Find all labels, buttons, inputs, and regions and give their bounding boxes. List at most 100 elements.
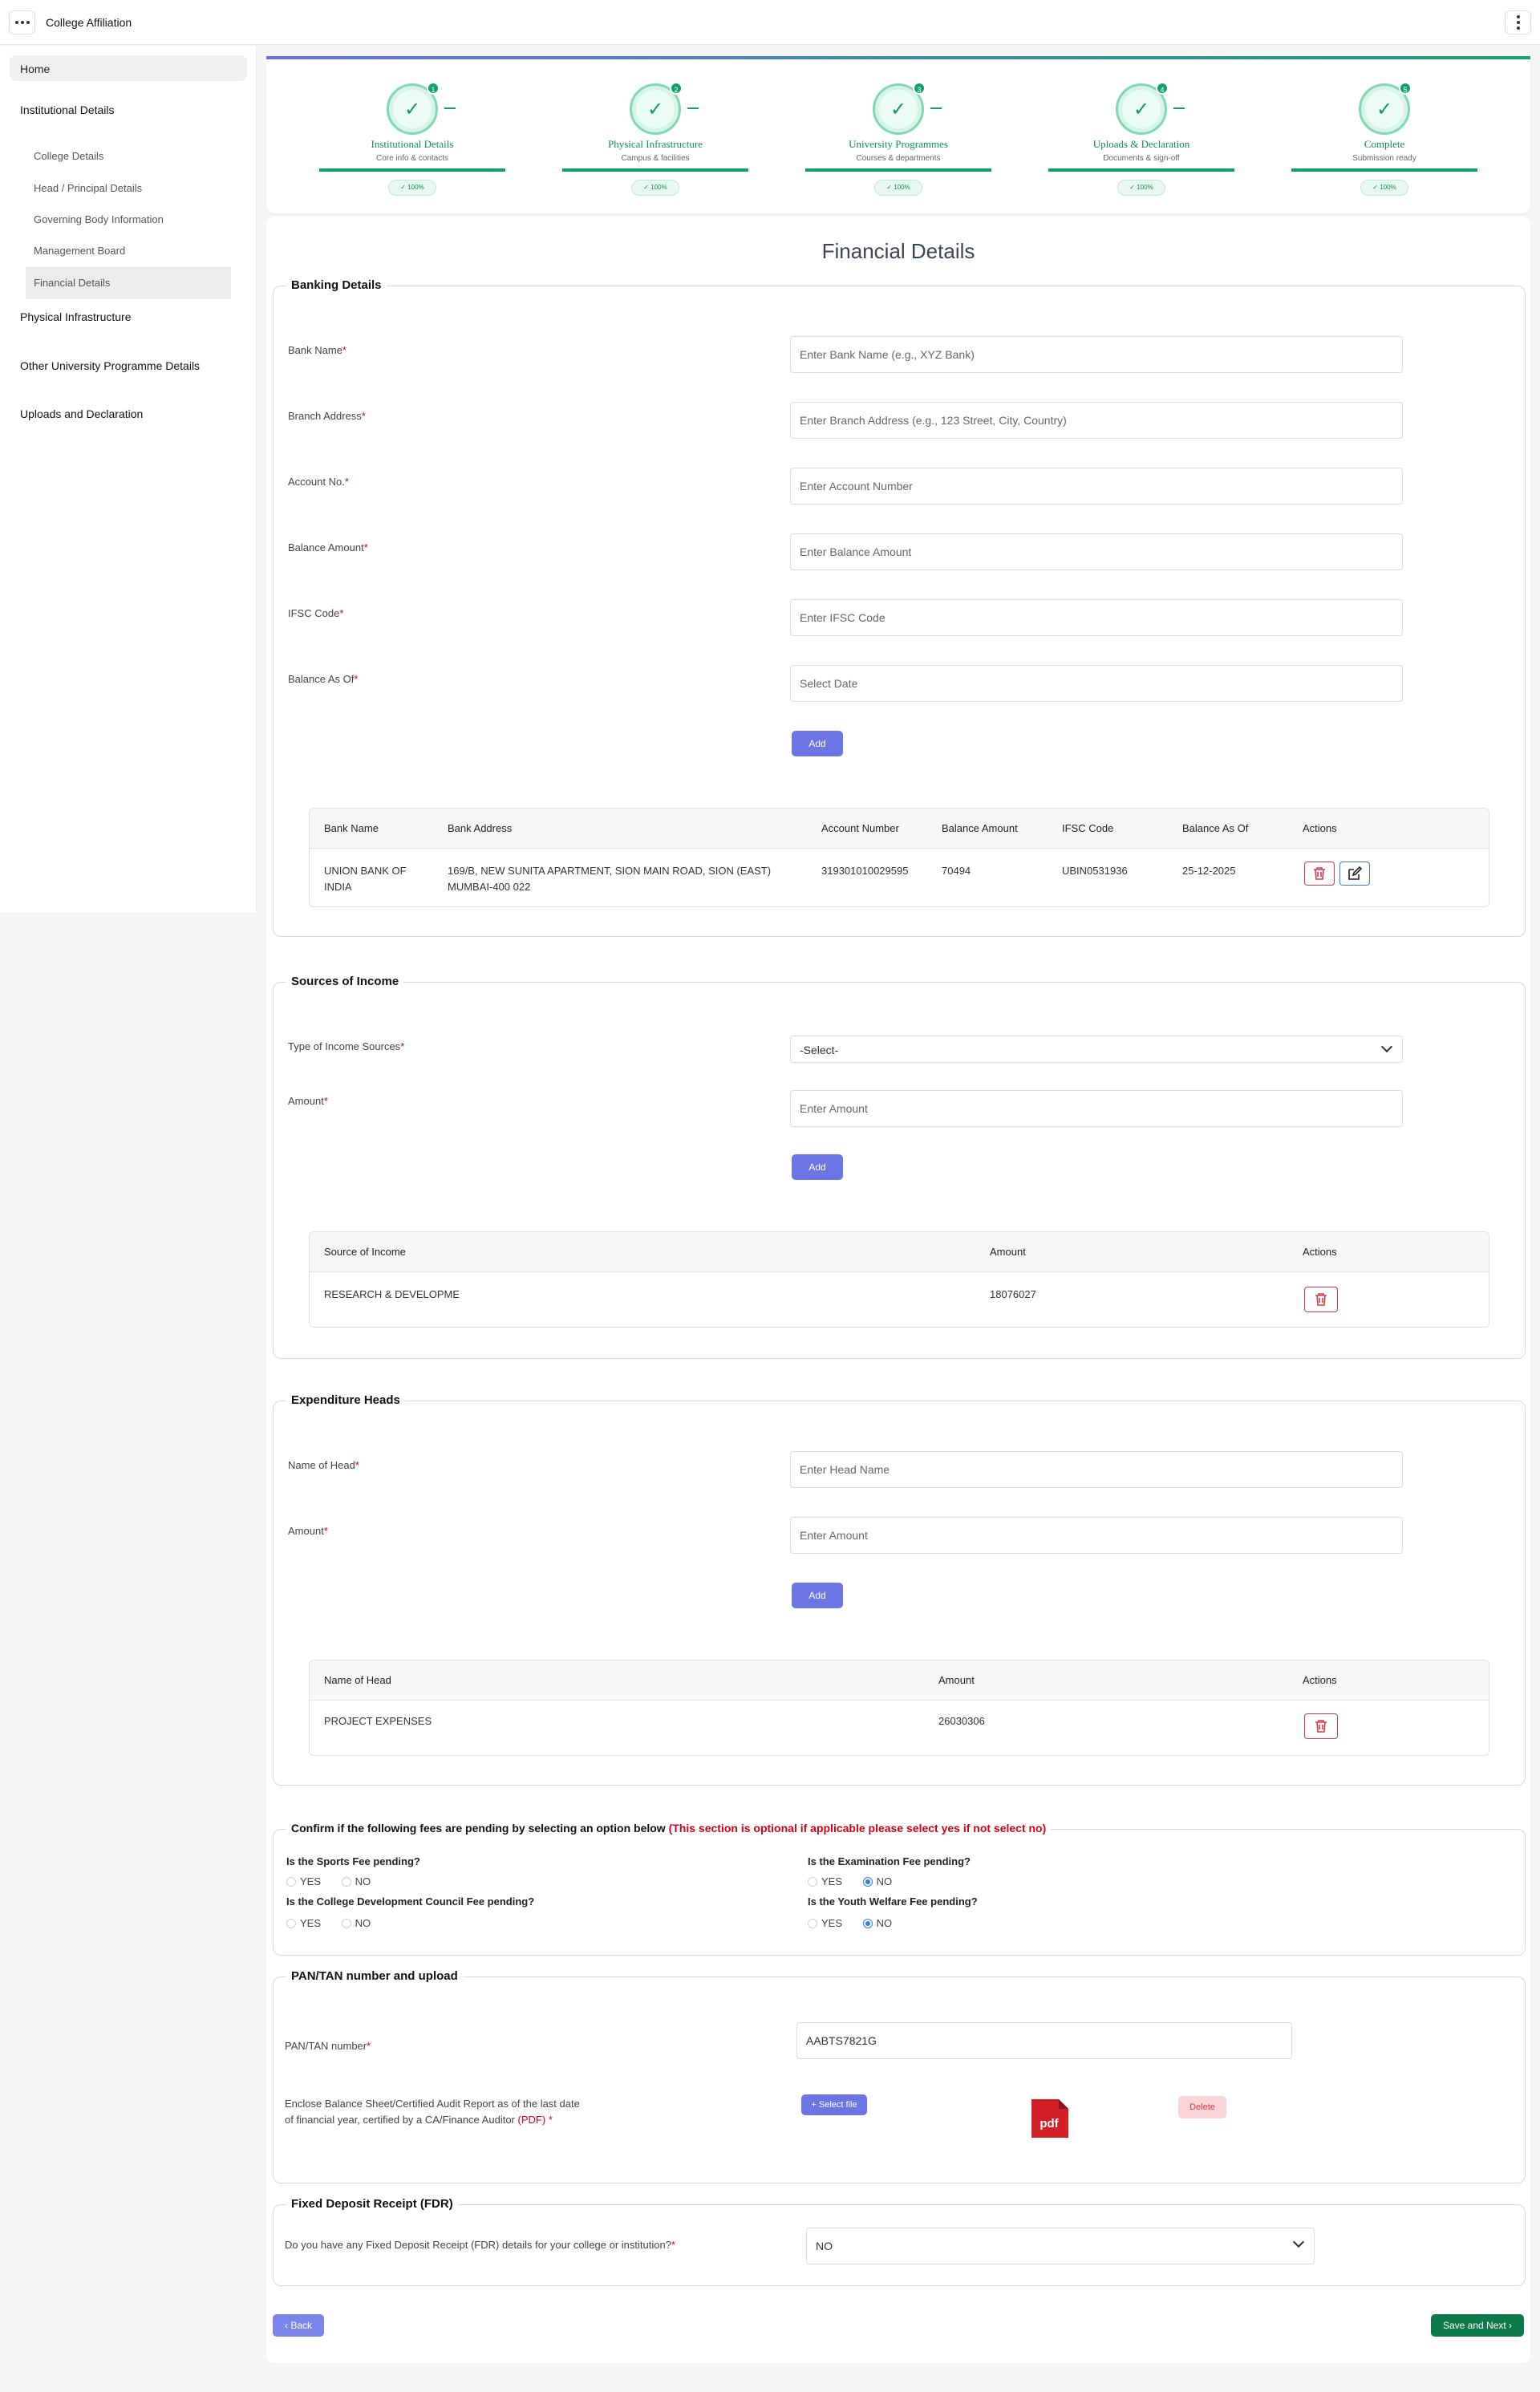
pan-tan-label: PAN/TAN number* (285, 2040, 371, 2052)
step-progress-bar (805, 168, 991, 172)
ifsc-code-label: IFSC Code* (288, 607, 344, 619)
add-income-button[interactable]: Add (792, 1154, 843, 1180)
dot-icon (1516, 21, 1520, 24)
sidebar-item-head-principal[interactable]: Head / Principal Details (34, 182, 142, 194)
sidebar: Home Institutional Details College Detai… (0, 46, 257, 912)
check-icon: ✓ (879, 90, 918, 128)
fdr-question-label: Do you have any Fixed Deposit Receipt (F… (285, 2239, 676, 2251)
cdc-fee-yes-radio[interactable] (286, 1918, 296, 1928)
section-legend: PAN/TAN number and upload (286, 1969, 463, 1983)
balance-sheet-upload-label: Enclose Balance Sheet/Certified Audit Re… (285, 2098, 580, 2126)
bank-name-input[interactable]: Enter Bank Name (e.g., XYZ Bank) (790, 336, 1403, 373)
balance-amount-input[interactable]: Enter Balance Amount (790, 533, 1403, 570)
step-university-programmes[interactable]: ✓ 3 University Programmes Courses & depa… (805, 59, 991, 217)
step-connector (1173, 107, 1185, 109)
section-legend: Expenditure Heads (286, 1393, 405, 1407)
main-content: Financial Details Banking Details Bank N… (266, 217, 1530, 2363)
step-number-badge: 5 (1399, 82, 1412, 95)
section-legend: Banking Details (286, 278, 387, 292)
dot-icon (26, 21, 30, 24)
table-header: Name of Head Amount Actions (310, 1660, 1489, 1701)
sidebar-item-governing-body[interactable]: Governing Body Information (34, 213, 164, 225)
sidebar-section-institutional[interactable]: Institutional Details (20, 103, 115, 116)
cdc-fee-options: YES NO (286, 1916, 388, 1929)
add-expenditure-button[interactable]: Add (792, 1583, 843, 1608)
sidebar-item-college-details[interactable]: College Details (34, 150, 103, 162)
trash-icon (1315, 1293, 1327, 1306)
sports-fee-yes-radio[interactable] (286, 1876, 296, 1887)
cell-balance: 70494 (942, 865, 971, 877)
pan-tan-input[interactable]: AABTS7821G (796, 2022, 1292, 2059)
ifsc-code-input[interactable]: Enter IFSC Code (790, 599, 1403, 636)
sidebar-item-management-board[interactable]: Management Board (34, 245, 125, 257)
delete-file-button[interactable]: Delete (1178, 2096, 1226, 2118)
step-percent-badge: ✓ 100% (874, 180, 922, 196)
cell-bank-name: UNION BANK OF INDIA (324, 865, 407, 893)
menu-dots-button[interactable] (9, 10, 35, 34)
cdc-fee-no-radio[interactable] (341, 1918, 351, 1928)
col-ifsc: IFSC Code (1062, 822, 1114, 834)
youth-welfare-yes-radio[interactable] (808, 1918, 817, 1928)
income-type-select[interactable]: -Select- (790, 1036, 1403, 1063)
save-and-next-button[interactable]: Save and Next › (1431, 2314, 1524, 2337)
progress-stepper: ✓ 1 Institutional Details Core info & co… (266, 56, 1530, 213)
sidebar-section-uploads[interactable]: Uploads and Declaration (20, 407, 143, 420)
col-source: Source of Income (324, 1246, 406, 1258)
delete-row-button[interactable] (1304, 1713, 1338, 1739)
step-subtitle: Campus & facilities (621, 154, 690, 163)
step-complete[interactable]: ✓ 5 Complete Submission ready ✓ 100% (1291, 59, 1477, 217)
dot-icon (14, 21, 18, 24)
expenditure-amount-label: Amount* (288, 1525, 328, 1537)
chevron-down-icon (1292, 2236, 1305, 2248)
sidebar-section-physical[interactable]: Physical Infrastructure (20, 310, 132, 323)
step-number-badge: 1 (427, 82, 440, 95)
col-balance-as-of: Balance As Of (1182, 822, 1249, 834)
fdr-select[interactable]: NO (806, 2228, 1315, 2264)
balance-as-of-label: Balance As Of* (288, 673, 359, 685)
sports-fee-no-radio[interactable] (341, 1876, 351, 1887)
kebab-menu-button[interactable] (1505, 10, 1531, 34)
youth-welfare-no-radio[interactable] (862, 1918, 873, 1928)
step-subtitle: Submission ready (1352, 154, 1416, 163)
sidebar-section-other-programmes[interactable]: Other University Programme Details (20, 359, 200, 372)
sidebar-item-financial-details[interactable]: Financial Details (34, 277, 110, 289)
youth-welfare-fee-options: YES NO (808, 1916, 910, 1929)
add-bank-button[interactable]: Add (792, 731, 843, 756)
expenditure-amount-input[interactable]: Enter Amount (790, 1517, 1403, 1554)
sidebar-home[interactable]: Home (10, 55, 247, 81)
col-balance-amount: Balance Amount (942, 822, 1018, 834)
expenditure-table: Name of Head Amount Actions PROJECT EXPE… (309, 1660, 1489, 1756)
step-institutional[interactable]: ✓ 1 Institutional Details Core info & co… (319, 59, 505, 217)
step-uploads[interactable]: ✓ 4 Uploads & Declaration Documents & si… (1048, 59, 1234, 217)
check-icon: ✓ (636, 90, 675, 128)
table-header: Source of Income Amount Actions (310, 1232, 1489, 1272)
back-button[interactable]: ‹ Back (273, 2314, 324, 2337)
step-title: University Programmes (849, 138, 948, 150)
balance-date-input[interactable]: Select Date (790, 665, 1403, 702)
pan-tan-section: PAN/TAN number and upload PAN/TAN number… (273, 1969, 1526, 2183)
step-title: Complete (1364, 138, 1405, 150)
branch-address-input[interactable]: Enter Branch Address (e.g., 123 Street, … (790, 402, 1403, 439)
head-name-label: Name of Head* (288, 1459, 359, 1471)
account-number-input[interactable]: Enter Account Number (790, 468, 1403, 505)
dot-icon (20, 21, 24, 24)
edit-row-button[interactable] (1339, 862, 1370, 886)
table-header: Bank Name Bank Address Account Number Ba… (310, 809, 1489, 849)
delete-row-button[interactable] (1304, 1287, 1338, 1312)
cell-as-of: 25-12-2025 (1182, 865, 1236, 877)
sources-of-income-section: Sources of Income Type of Income Sources… (273, 975, 1526, 1359)
step-physical[interactable]: ✓ 2 Physical Infrastructure Campus & fac… (562, 59, 748, 217)
exam-fee-yes-radio[interactable] (808, 1876, 817, 1887)
step-number-badge: 3 (913, 82, 926, 95)
delete-row-button[interactable] (1304, 862, 1335, 886)
sports-fee-options: YES NO (286, 1875, 388, 1887)
col-head-name: Name of Head (324, 1674, 391, 1686)
fees-pending-section: Confirm if the following fees are pendin… (273, 1822, 1526, 1956)
pdf-file-icon[interactable]: pdf (1028, 2098, 1070, 2139)
exam-fee-no-radio[interactable] (862, 1876, 873, 1887)
income-type-label: Type of Income Sources* (288, 1040, 405, 1052)
income-amount-input[interactable]: Enter Amount (790, 1090, 1403, 1127)
head-name-input[interactable]: Enter Head Name (790, 1451, 1403, 1488)
col-amount: Amount (990, 1246, 1026, 1258)
select-file-button[interactable]: + Select file (801, 2094, 867, 2115)
